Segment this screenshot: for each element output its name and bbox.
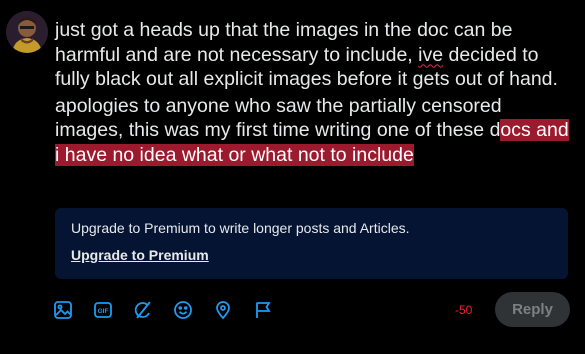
post-paragraph-2: apologies to anyone who saw the partiall…: [55, 94, 575, 168]
gif-icon-label: GIF: [98, 308, 109, 315]
premium-upsell-text: Upgrade to Premium to write longer posts…: [71, 220, 410, 236]
emoji-icon[interactable]: [173, 300, 193, 320]
compose-toolbar: GIF: [53, 298, 293, 322]
post-paragraph-1: just got a heads up that the images in t…: [55, 18, 575, 92]
post-text[interactable]: just got a heads up that the images in t…: [55, 18, 575, 167]
character-counter: -50: [455, 303, 473, 317]
upgrade-premium-link[interactable]: Upgrade to Premium: [71, 247, 209, 264]
avatar[interactable]: [6, 11, 48, 53]
gif-icon[interactable]: GIF: [93, 300, 113, 320]
flag-icon[interactable]: [253, 300, 273, 320]
premium-upsell-banner: Upgrade to Premium to write longer posts…: [55, 208, 568, 279]
reply-button[interactable]: Reply: [495, 292, 570, 327]
paragraph-2-text-start: apologies to anyone who saw the partiall…: [55, 94, 502, 142]
misspelled-word[interactable]: ive: [418, 44, 443, 66]
image-icon[interactable]: [53, 300, 73, 320]
grok-icon[interactable]: [133, 300, 153, 320]
location-icon[interactable]: [213, 300, 233, 320]
